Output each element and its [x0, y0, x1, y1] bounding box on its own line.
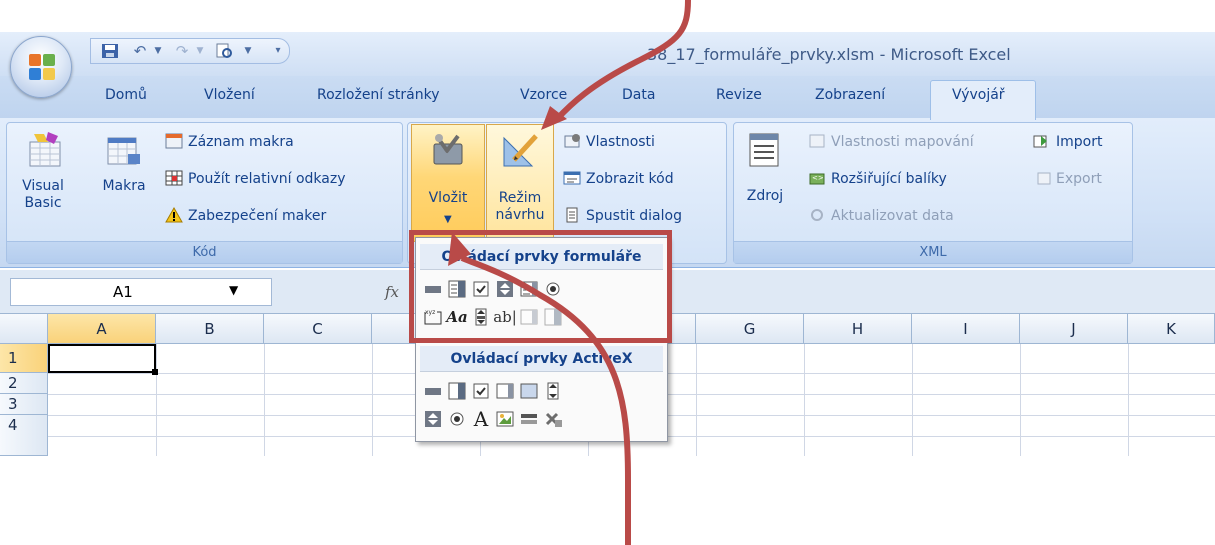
top-arrow-line [553, 0, 691, 123]
bottom-arrow-line [460, 255, 631, 545]
callout-arrows [448, 0, 691, 545]
